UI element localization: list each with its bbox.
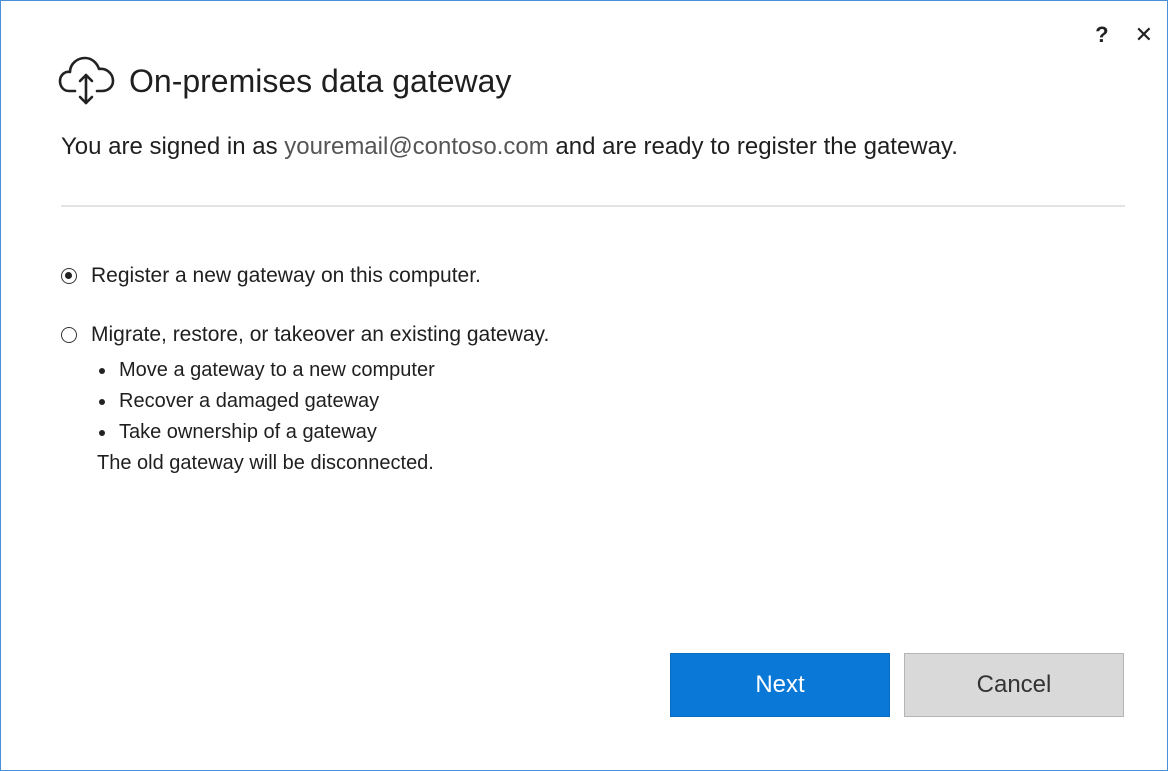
list-item-text: Move a gateway to a new computer [119,359,435,381]
list-item: Recover a damaged gateway [99,386,435,417]
next-button[interactable]: Next [670,653,890,717]
help-button[interactable]: ? [1095,23,1108,47]
list-item-text: Take ownership of a gateway [119,421,377,443]
register-option-label: Register a new gateway on this computer. [91,264,481,287]
user-email: youremail@contoso.com [284,133,549,160]
migrate-details-list: Move a gateway to a new computer Recover… [99,355,435,448]
migrate-gateway-option[interactable]: Migrate, restore, or takeover an existin… [61,323,549,347]
signed-in-message: You are signed in as youremail@contoso.c… [61,131,1001,163]
disconnect-note: The old gateway will be disconnected. [97,452,434,474]
bullet-icon [99,367,105,374]
register-radio[interactable] [61,268,77,284]
migrate-radio[interactable] [61,327,77,343]
cancel-button[interactable]: Cancel [904,653,1124,717]
list-item: Move a gateway to a new computer [99,355,435,386]
close-button[interactable]: ✕ [1135,23,1153,47]
register-new-gateway-option[interactable]: Register a new gateway on this computer. [61,264,481,288]
cloud-upload-icon [57,53,121,109]
page-title: On-premises data gateway [129,62,512,99]
migrate-option-label: Migrate, restore, or takeover an existin… [91,323,550,346]
bullet-icon [99,429,105,436]
dialog-header: On-premises data gateway [57,53,511,109]
title-bar-buttons: ? ✕ [1095,23,1153,47]
gateway-dialog: ? ✕ On-premises data gateway You are sig… [0,0,1168,771]
bullet-icon [99,398,105,405]
list-item: Take ownership of a gateway [99,417,435,448]
list-item-text: Recover a damaged gateway [119,390,380,412]
signed-in-suffix: and are ready to register the gateway. [548,133,958,160]
signed-in-prefix: You are signed in as [61,133,285,160]
divider [61,205,1125,207]
